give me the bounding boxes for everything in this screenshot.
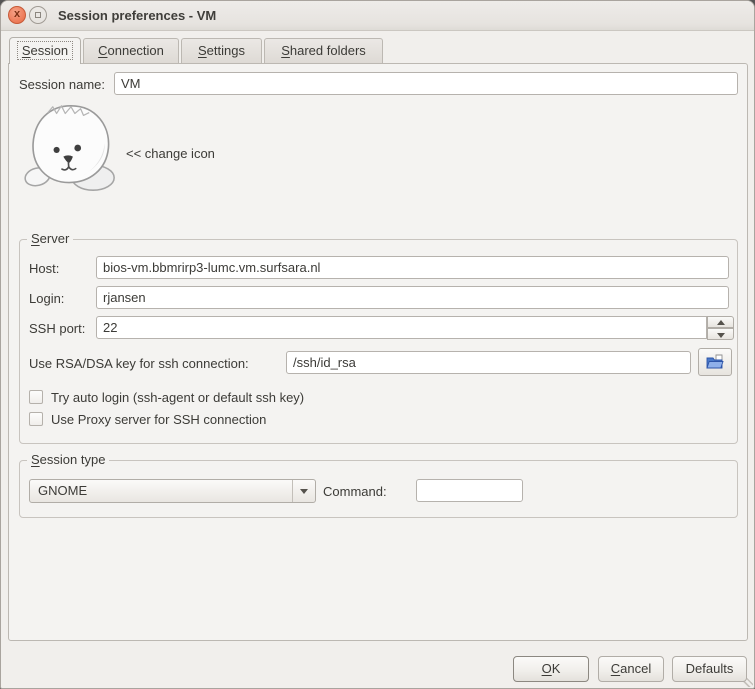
command-label: Command: xyxy=(323,484,387,499)
spin-down-icon[interactable] xyxy=(707,328,734,340)
ok-button[interactable]: OK xyxy=(513,656,589,682)
ssh-port-spinner xyxy=(707,316,734,341)
host-input[interactable] xyxy=(96,256,729,279)
tab-connection-label: Connection xyxy=(98,43,164,58)
tab-settings[interactable]: Settings xyxy=(181,38,262,63)
close-icon[interactable]: x xyxy=(8,6,26,24)
login-input[interactable] xyxy=(96,286,729,309)
titlebar[interactable]: x Session preferences - VM xyxy=(1,1,754,31)
ssh-port-input[interactable] xyxy=(96,316,707,339)
command-input[interactable] xyxy=(416,479,523,502)
seal-icon[interactable] xyxy=(23,101,119,195)
tab-settings-label: Settings xyxy=(198,43,245,58)
combo-dropdown-zone xyxy=(292,480,315,502)
chevron-down-icon xyxy=(300,489,308,494)
host-label: Host: xyxy=(29,261,59,276)
session-name-input[interactable] xyxy=(114,72,738,95)
rsa-key-input[interactable] xyxy=(286,351,691,374)
session-type-group-title: Session type xyxy=(27,452,109,467)
tab-shared-folders[interactable]: Shared folders xyxy=(264,38,383,63)
maximize-icon[interactable] xyxy=(29,6,47,24)
session-name-label: Session name: xyxy=(19,77,105,92)
open-folder-icon xyxy=(706,354,724,370)
window-title: Session preferences - VM xyxy=(58,8,216,23)
auto-login-checkbox[interactable] xyxy=(29,390,43,404)
proxy-checkbox[interactable] xyxy=(29,412,43,426)
maximize-square-glyph xyxy=(35,12,41,18)
auto-login-label: Try auto login (ssh-agent or default ssh… xyxy=(51,390,304,405)
cancel-button[interactable]: Cancel xyxy=(598,656,664,682)
server-group-title: Server xyxy=(27,231,73,246)
ssh-port-label: SSH port: xyxy=(29,321,85,336)
tab-connection[interactable]: Connection xyxy=(83,38,179,63)
proxy-label: Use Proxy server for SSH connection xyxy=(51,412,266,427)
session-preferences-dialog: x Session preferences - VM Session Conne… xyxy=(0,0,755,689)
tab-session[interactable]: Session xyxy=(9,37,81,64)
rsa-key-label: Use RSA/DSA key for ssh connection: xyxy=(29,356,249,371)
defaults-button[interactable]: Defaults xyxy=(672,656,747,682)
tab-session-label: Session xyxy=(18,42,72,59)
session-type-value: GNOME xyxy=(38,483,87,498)
login-label: Login: xyxy=(29,291,64,306)
browse-key-button[interactable] xyxy=(698,348,732,376)
change-icon-link[interactable]: << change icon xyxy=(126,146,215,161)
tab-shared-folders-label: Shared folders xyxy=(281,43,366,58)
session-type-combobox[interactable]: GNOME xyxy=(29,479,316,503)
spin-up-icon[interactable] xyxy=(707,316,734,328)
